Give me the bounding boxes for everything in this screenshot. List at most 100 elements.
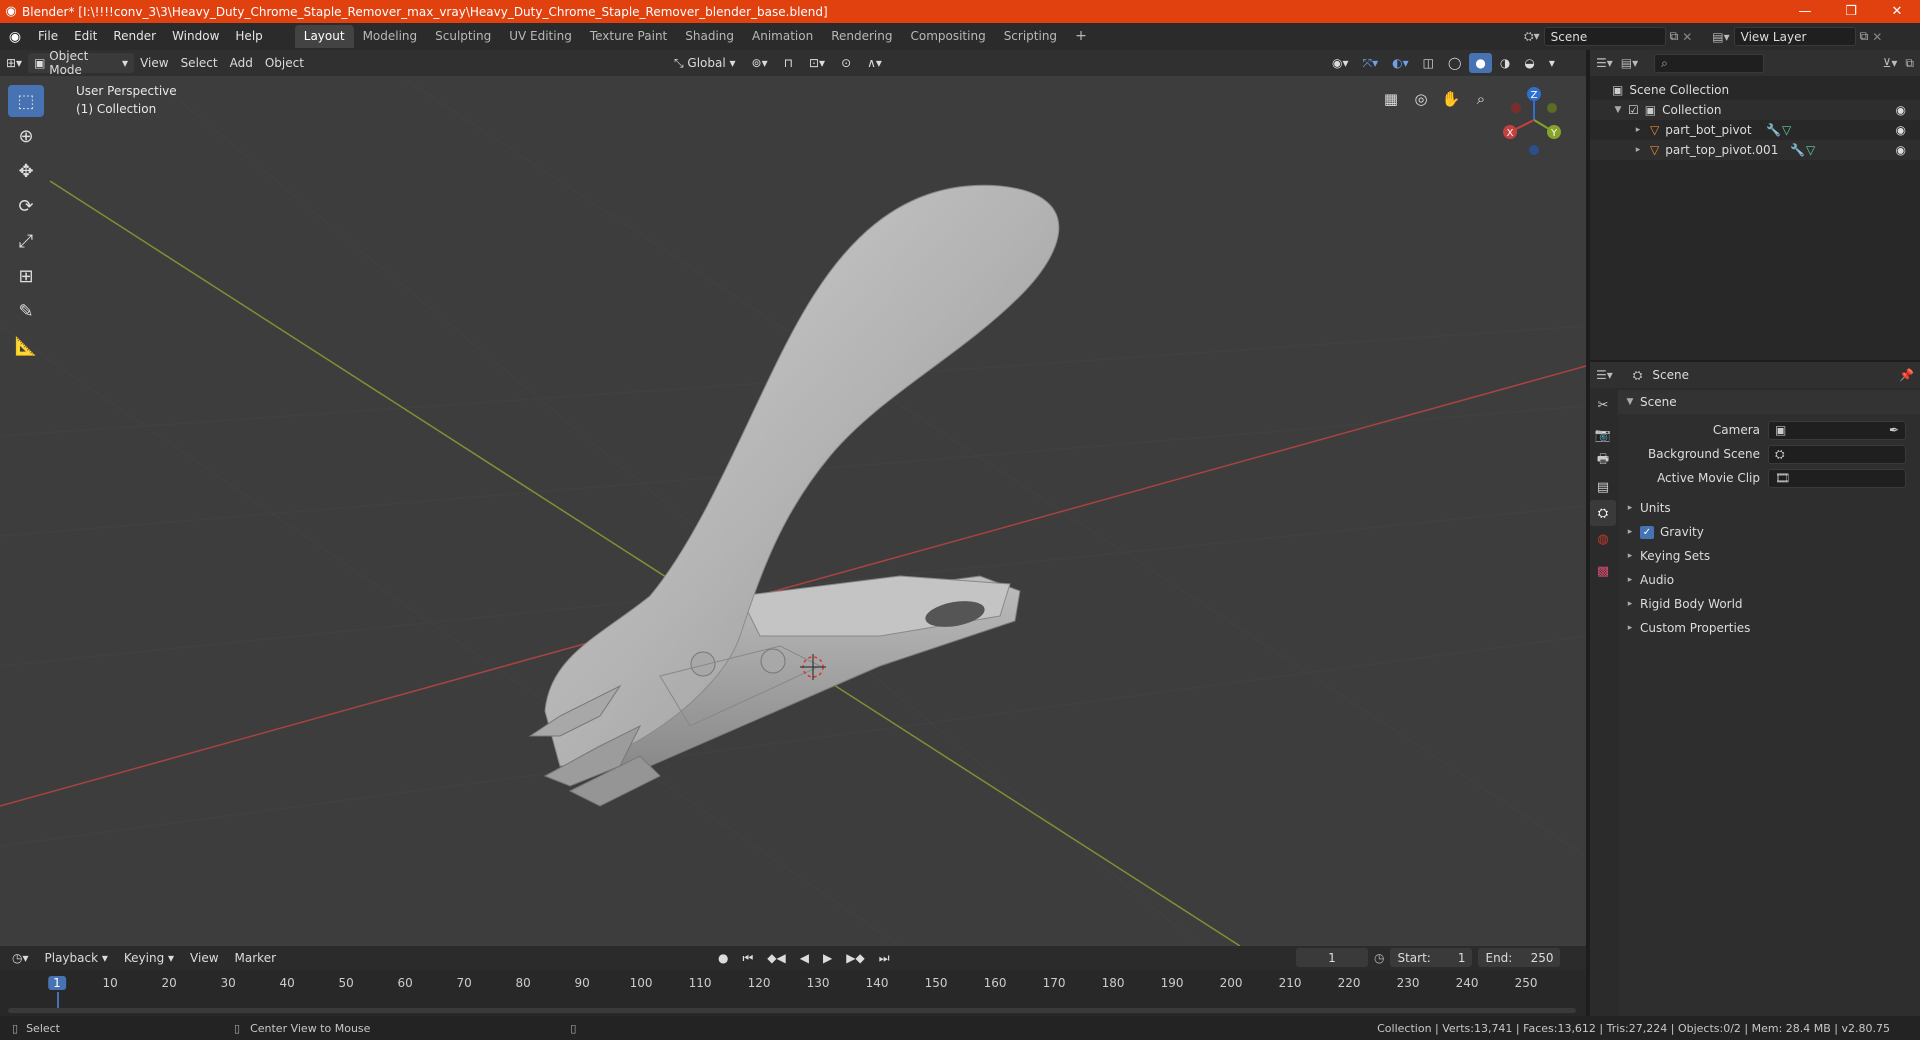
playhead-line[interactable] xyxy=(57,992,59,1008)
output-tab-icon[interactable]: 🖶 xyxy=(1590,448,1616,474)
view-layer-tab-icon[interactable]: ▤ xyxy=(1590,474,1616,500)
menu-add[interactable]: Add xyxy=(224,53,259,73)
object-visibility-icon[interactable]: ◉ xyxy=(1896,143,1906,157)
outliner-row-part-top-pivot[interactable]: ▸ ▽ part_top_pivot.001 🔧 ▽ ◉ xyxy=(1590,140,1920,160)
tab-layout[interactable]: Layout xyxy=(294,25,354,48)
new-collection-icon[interactable]: ⧉ xyxy=(1905,56,1914,71)
delete-view-layer-icon[interactable]: ✕ xyxy=(1872,30,1882,44)
mesh-data-icon[interactable]: ▽ xyxy=(1806,143,1815,157)
delete-scene-icon[interactable]: ✕ xyxy=(1682,30,1692,44)
outliner-search-input[interactable]: ⌕ xyxy=(1654,53,1765,73)
expand-custom-properties-icon[interactable]: ▸ xyxy=(1624,623,1636,633)
outliner-row-collection[interactable]: ▼ ☑ ▣ Collection ◉ xyxy=(1590,100,1920,120)
frame-ruler[interactable]: 1 10 20 30 40 50 60 70 80 90 100 110 120 130 140 150 160… xyxy=(0,946,1586,1016)
transform-orientation-dropdown[interactable]: ⤡ Global ▾ xyxy=(668,53,742,73)
view-layer-field[interactable]: View Layer xyxy=(1733,27,1856,46)
snap-icon[interactable]: ⊓ xyxy=(778,53,799,73)
keying-sets-section[interactable]: ▸ Keying Sets xyxy=(1618,544,1920,568)
tab-animation[interactable]: Animation xyxy=(743,25,822,48)
gravity-section[interactable]: ▸ ✓ Gravity xyxy=(1618,520,1920,544)
menu-file[interactable]: File xyxy=(30,23,66,50)
minimize-icon[interactable]: — xyxy=(1782,0,1828,23)
filter-icon[interactable]: ⊻▾ xyxy=(1883,56,1898,70)
active-movie-clip-field[interactable]: 🎞 xyxy=(1768,468,1906,488)
display-mode-icon[interactable]: ▤▾ xyxy=(1621,56,1638,70)
staple-remover-model[interactable] xyxy=(528,184,1060,807)
modifier-icon[interactable]: 🔧 xyxy=(1790,143,1805,157)
eyedropper-icon[interactable]: ✒ xyxy=(1889,423,1899,437)
object-visibility-icon[interactable]: ◉ xyxy=(1896,123,1906,137)
rendered-shading-icon[interactable]: ◒ xyxy=(1518,53,1540,73)
texture-tab-icon[interactable]: ▩ xyxy=(1590,558,1616,584)
move-tool-icon[interactable]: ✥ xyxy=(8,155,44,187)
zoom-view-icon[interactable]: ⌕ xyxy=(1468,86,1494,112)
camera-view-icon[interactable]: ◎ xyxy=(1408,86,1434,112)
scene-panel-header[interactable]: ▼ Scene xyxy=(1618,390,1920,414)
view-layer-selector-icon[interactable]: ▤▾ xyxy=(1712,30,1729,44)
scene-field[interactable]: Scene xyxy=(1543,27,1666,46)
scale-tool-icon[interactable]: ⤢ xyxy=(8,225,44,257)
annotate-tool-icon[interactable]: ✎ xyxy=(8,295,44,327)
expand-object-icon[interactable]: ▸ xyxy=(1632,125,1644,135)
rigid-body-world-section[interactable]: ▸ Rigid Body World xyxy=(1618,592,1920,616)
outliner-editor-type-icon[interactable]: ☰▾ xyxy=(1596,56,1613,70)
expand-audio-icon[interactable]: ▸ xyxy=(1624,575,1636,585)
tab-compositing[interactable]: Compositing xyxy=(901,25,994,48)
collapse-scene-icon[interactable]: ▼ xyxy=(1624,397,1636,407)
mesh-data-icon[interactable]: ▽ xyxy=(1782,123,1791,137)
menu-select[interactable]: Select xyxy=(175,53,224,73)
falloff-icon[interactable]: ∧▾ xyxy=(861,53,888,73)
menu-window[interactable]: Window xyxy=(164,23,227,50)
navigation-gizmo[interactable]: Z Y X xyxy=(1496,82,1566,158)
material-shading-icon[interactable]: ◑ xyxy=(1494,53,1516,73)
properties-editor-type-icon[interactable]: ☰▾ xyxy=(1596,368,1613,382)
scene-tab-icon[interactable]: ⛭ xyxy=(1590,500,1616,526)
gravity-checkbox[interactable]: ✓ xyxy=(1640,525,1654,539)
measure-tool-icon[interactable]: 📐 xyxy=(8,330,44,362)
expand-object-icon[interactable]: ▸ xyxy=(1632,145,1644,155)
scene-selector-icon[interactable]: ⛭▾ xyxy=(1524,29,1540,44)
units-section[interactable]: ▸ Units xyxy=(1618,496,1920,520)
tool-tab-icon[interactable]: ✂ xyxy=(1590,392,1616,418)
modifier-icon[interactable]: 🔧 xyxy=(1766,123,1781,137)
expand-gravity-icon[interactable]: ▸ xyxy=(1624,527,1636,537)
expand-units-icon[interactable]: ▸ xyxy=(1624,503,1636,513)
tab-texture-paint[interactable]: Texture Paint xyxy=(581,25,676,48)
xray-icon[interactable]: ◫ xyxy=(1417,53,1440,73)
tab-sculpting[interactable]: Sculpting xyxy=(426,25,500,48)
menu-help[interactable]: Help xyxy=(227,23,270,50)
rotate-tool-icon[interactable]: ⟳ xyxy=(8,190,44,222)
render-tab-icon[interactable]: 📷 xyxy=(1590,422,1616,448)
menu-view[interactable]: View xyxy=(134,53,174,73)
timeline-scrollbar[interactable] xyxy=(8,1008,1576,1013)
expand-collection-icon[interactable]: ▼ xyxy=(1612,105,1624,115)
tab-scripting[interactable]: Scripting xyxy=(995,25,1066,48)
snap-target-icon[interactable]: ⊡▾ xyxy=(803,53,831,73)
mode-dropdown[interactable]: ▣ Object Mode ▾ xyxy=(28,49,135,77)
outliner-row-scene-collection[interactable]: ▣ Scene Collection xyxy=(1590,80,1920,100)
new-view-layer-icon[interactable]: ⧉ xyxy=(1860,29,1869,44)
3d-viewport[interactable]: User Perspective (1) Collection ▦ ◎ ✋ ⌕ … xyxy=(0,76,1586,946)
collection-visibility-icon[interactable]: ◉ xyxy=(1896,103,1906,117)
pivot-point-icon[interactable]: ⊚▾ xyxy=(746,53,774,73)
tab-uv-editing[interactable]: UV Editing xyxy=(500,25,581,48)
collection-checkbox[interactable]: ☑ xyxy=(1628,103,1639,117)
expand-rigid-body-icon[interactable]: ▸ xyxy=(1624,599,1636,609)
new-scene-icon[interactable]: ⧉ xyxy=(1670,29,1679,44)
visibility-icon[interactable]: ◉▾ xyxy=(1326,53,1355,73)
tab-shading[interactable]: Shading xyxy=(676,25,743,48)
expand-keying-sets-icon[interactable]: ▸ xyxy=(1624,551,1636,561)
gizmo-toggle-icon[interactable]: ⤧▾ xyxy=(1357,53,1385,73)
menu-object[interactable]: Object xyxy=(259,53,310,73)
solid-shading-icon[interactable]: ● xyxy=(1469,53,1492,73)
add-workspace-icon[interactable]: + xyxy=(1066,25,1096,48)
audio-section[interactable]: ▸ Audio xyxy=(1618,568,1920,592)
outliner-row-part-bot-pivot[interactable]: ▸ ▽ part_bot_pivot 🔧 ▽ ◉ xyxy=(1590,120,1920,140)
toggle-ortho-icon[interactable]: ▦ xyxy=(1378,86,1404,112)
pan-view-icon[interactable]: ✋ xyxy=(1438,86,1464,112)
camera-field[interactable]: ▣ ✒ xyxy=(1768,420,1906,440)
tab-modeling[interactable]: Modeling xyxy=(354,25,427,48)
editor-type-icon[interactable]: ⊞▾ xyxy=(0,53,28,73)
overlay-toggle-icon[interactable]: ◐▾ xyxy=(1386,53,1415,73)
select-box-tool-icon[interactable]: ⬚ xyxy=(8,85,44,117)
